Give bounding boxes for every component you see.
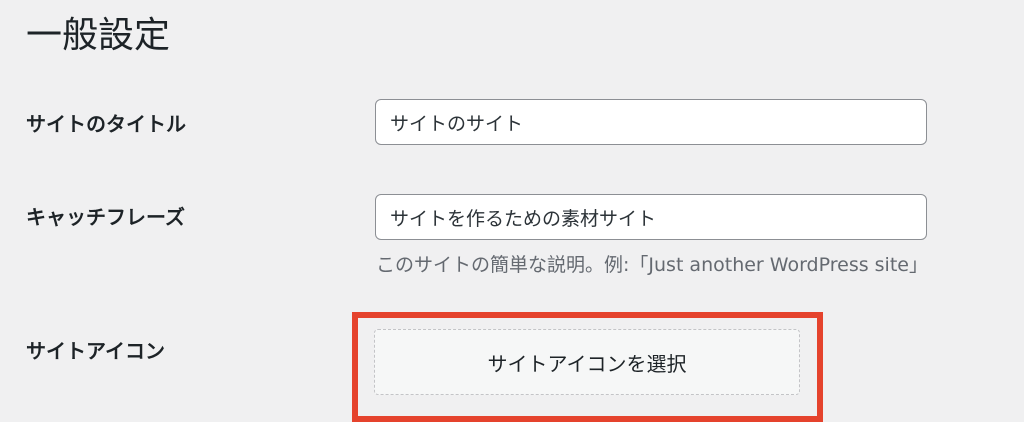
tagline-input[interactable] (375, 194, 927, 240)
site-icon-label: サイトアイコン (26, 339, 165, 363)
tagline-label: キャッチフレーズ (26, 205, 185, 229)
page-title: 一般設定 (26, 15, 171, 56)
site-title-label: サイトのタイトル (26, 112, 186, 136)
site-icon-description-clipped (376, 402, 896, 409)
select-site-icon-button[interactable]: サイトアイコンを選択 (374, 329, 800, 395)
tagline-description: このサイトの簡単な説明。例:「Just another WordPress si… (376, 254, 928, 276)
site-title-input[interactable] (375, 99, 927, 145)
